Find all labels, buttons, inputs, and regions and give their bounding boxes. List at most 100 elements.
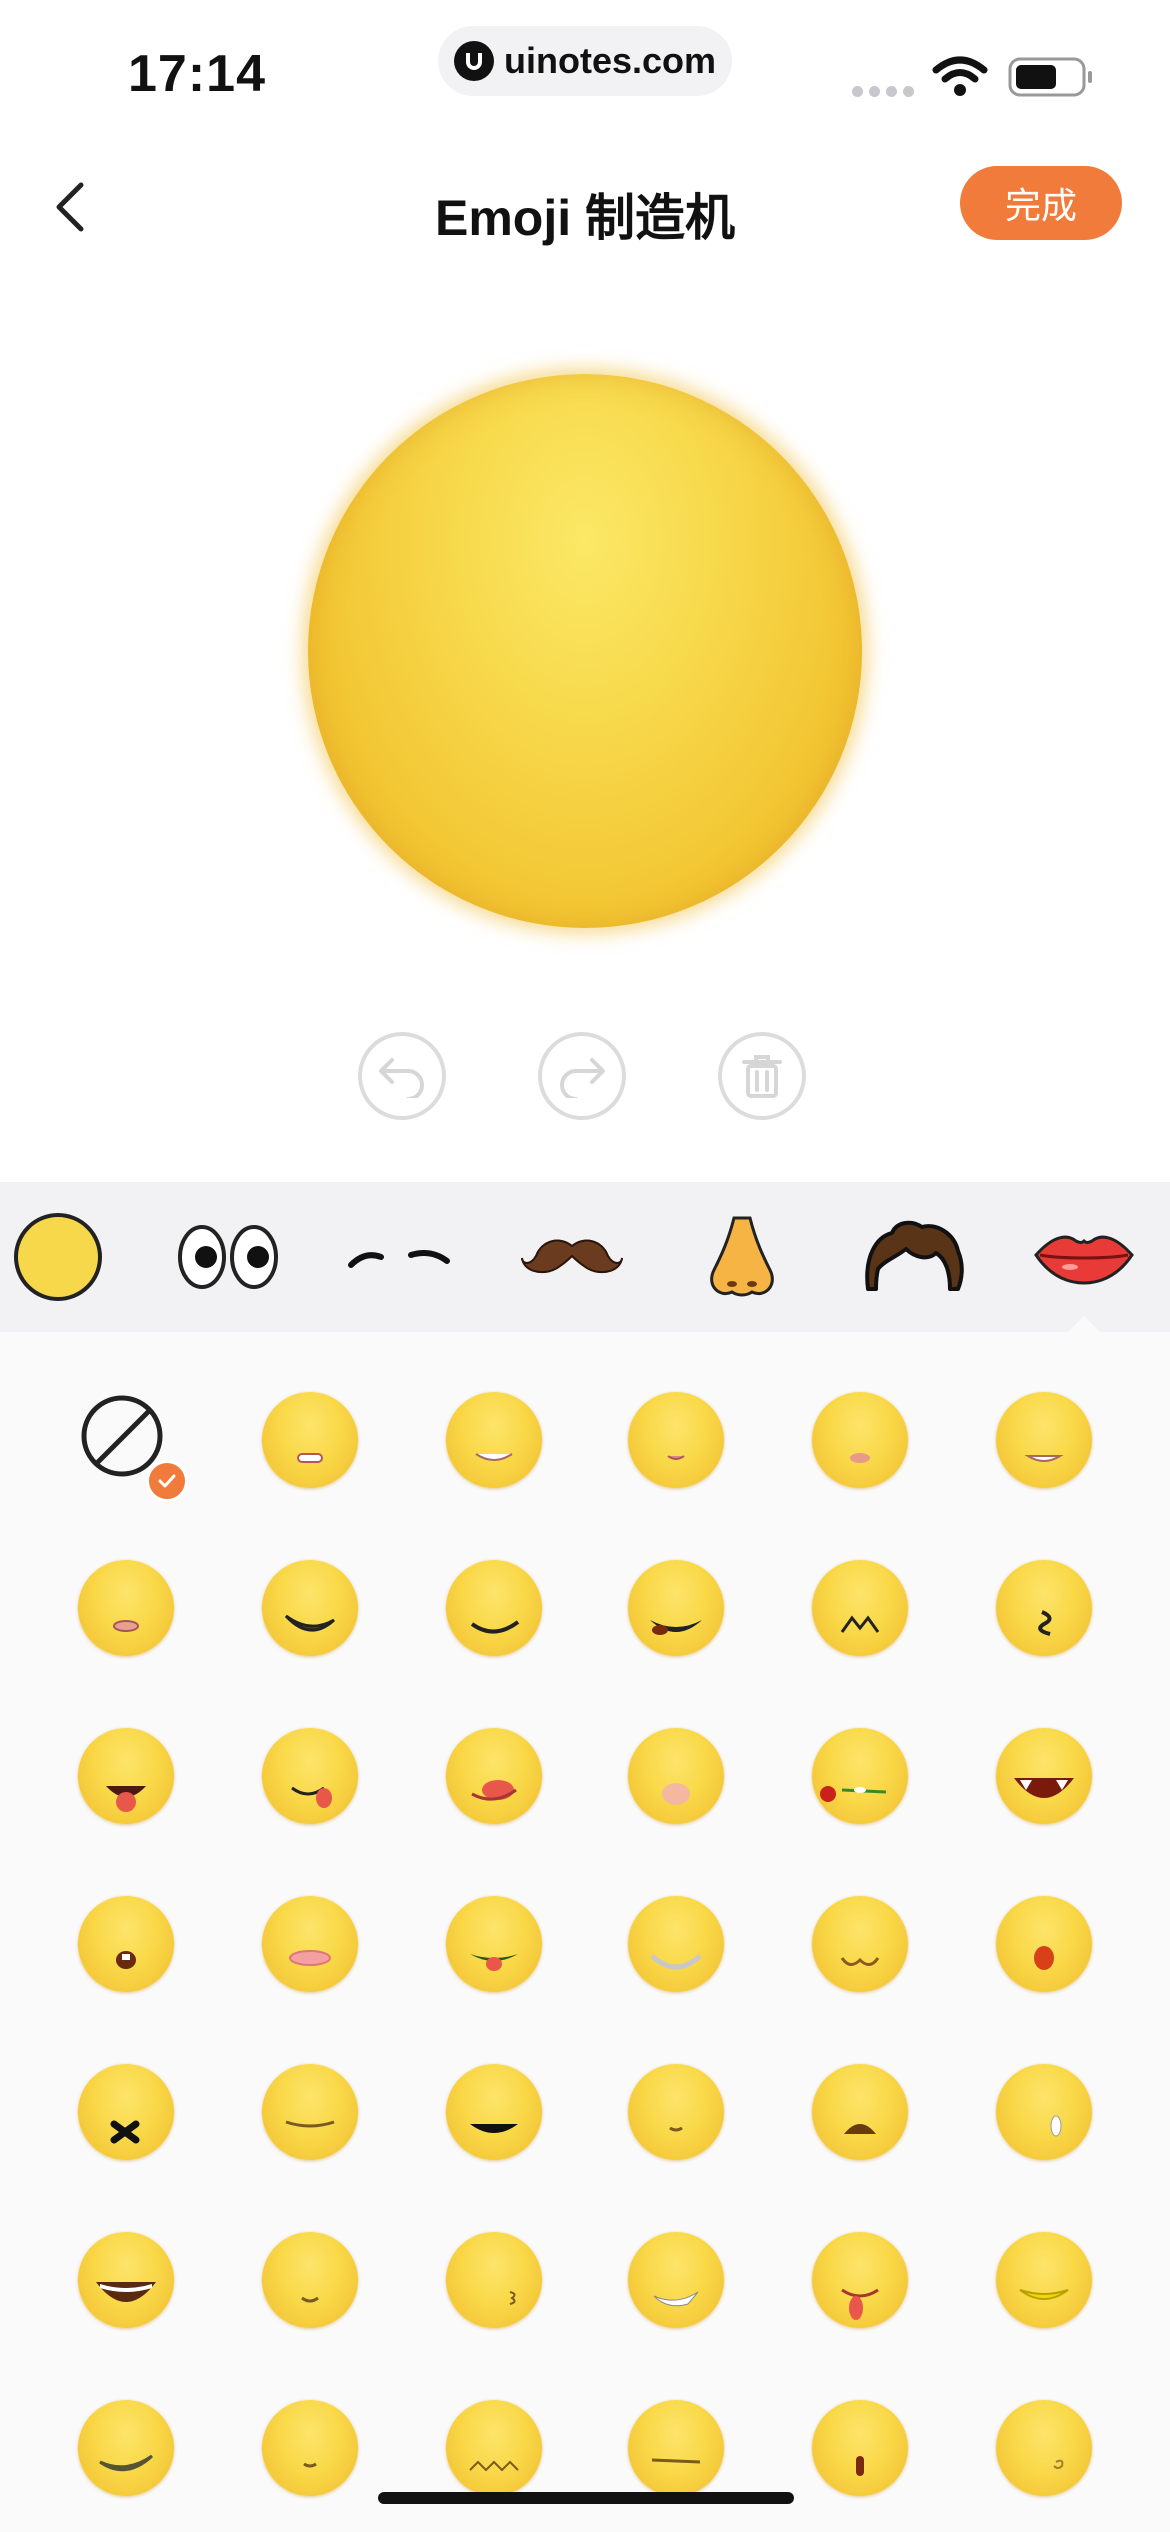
mouth-option-tongue-out[interactable]	[78, 1728, 174, 1824]
mouth-option-dark-grin[interactable]	[446, 2064, 542, 2160]
nose-icon	[710, 1216, 774, 1297]
mouth-option-smile-tongue[interactable]	[628, 1560, 724, 1656]
mouth-option-rose[interactable]	[812, 1728, 908, 1824]
mini-face-icon	[446, 1560, 542, 1656]
undo-button[interactable]	[358, 1032, 446, 1120]
status-bar: 17:14 uinotes.com	[0, 0, 1170, 130]
mouth-option-sparkle-teeth[interactable]	[628, 2232, 724, 2328]
mustache-icon	[521, 1239, 623, 1274]
mouth-option-pout[interactable]	[812, 1392, 908, 1488]
mouth-option-tiny-smile[interactable]	[262, 2232, 358, 2328]
uinotes-logo-icon	[454, 41, 494, 81]
mini-face-icon	[812, 1560, 908, 1656]
mouth-option-big-laugh[interactable]	[78, 2232, 174, 2328]
mouth-option-curl[interactable]	[996, 1560, 1092, 1656]
mini-face-icon	[996, 1896, 1092, 1992]
mini-face-icon	[262, 1560, 358, 1656]
mouth-option-silver-teeth[interactable]	[628, 1896, 724, 1992]
mini-face-icon	[812, 1728, 908, 1824]
lips-icon	[1034, 1235, 1134, 1285]
mini-face-icon	[628, 2064, 724, 2160]
mini-face-icon	[78, 2400, 174, 2496]
mouth-option-vampire[interactable]	[996, 1728, 1092, 1824]
mini-face-icon	[78, 1896, 174, 1992]
cellular-signal-icon	[852, 86, 914, 97]
emoji-canvas[interactable]	[308, 374, 862, 928]
category-nose[interactable]	[692, 1182, 792, 1332]
redo-icon	[560, 1058, 605, 1098]
mouth-option-number-3[interactable]	[446, 2232, 542, 2328]
mouth-option-lick-corner[interactable]	[446, 1728, 542, 1824]
mouth-option-x-mouth[interactable]	[78, 2064, 174, 2160]
category-face-base[interactable]	[8, 1182, 108, 1332]
mouth-option-red-o[interactable]	[996, 1896, 1092, 1992]
mouth-option-tall-o[interactable]	[812, 2400, 908, 2496]
mouth-option-none[interactable]	[78, 1392, 188, 1502]
mouth-option-smirk-wide[interactable]	[262, 1560, 358, 1656]
mini-face-icon	[628, 2400, 724, 2496]
category-mustache[interactable]	[516, 1182, 628, 1332]
mouth-option-lick-side[interactable]	[262, 1728, 358, 1824]
done-button[interactable]: 完成	[960, 166, 1122, 240]
mouth-option-w-mouth[interactable]	[812, 1896, 908, 1992]
category-eyebrows[interactable]	[344, 1182, 454, 1332]
mini-face-icon	[996, 1560, 1092, 1656]
mouth-option-brown-open[interactable]	[812, 2064, 908, 2160]
redo-button[interactable]	[538, 1032, 626, 1120]
mouth-option-tiny-open[interactable]	[628, 1392, 724, 1488]
status-time: 17:14	[128, 45, 266, 103]
mouth-option-open-pink[interactable]	[628, 1728, 724, 1824]
category-hair[interactable]	[862, 1182, 966, 1332]
mini-face-icon	[628, 1560, 724, 1656]
wifi-icon	[932, 56, 988, 96]
mini-face-icon	[262, 2400, 358, 2496]
mini-face-icon	[812, 1392, 908, 1488]
mini-face-icon	[628, 1392, 724, 1488]
url-text: uinotes.com	[504, 40, 717, 81]
mouth-option-tongue-drip[interactable]	[812, 2232, 908, 2328]
undo-icon	[379, 1058, 424, 1098]
mouth-option-open-lips[interactable]	[262, 1896, 358, 1992]
mini-face-icon	[446, 1392, 542, 1488]
url-pill[interactable]: uinotes.com	[438, 26, 732, 96]
mini-face-icon	[446, 1728, 542, 1824]
mini-face-icon	[628, 1896, 724, 1992]
mini-face-icon	[996, 2400, 1092, 2496]
face-base-icon	[14, 1213, 102, 1301]
mini-face-icon	[812, 2232, 908, 2328]
category-eyes[interactable]	[170, 1182, 286, 1332]
mini-face-icon	[262, 2232, 358, 2328]
category-bar	[0, 1182, 1170, 1332]
mini-face-icon	[262, 2064, 358, 2160]
mouth-option-zigzag[interactable]	[446, 2400, 542, 2496]
mini-face-icon	[996, 2064, 1092, 2160]
category-lips[interactable]	[1030, 1182, 1138, 1332]
mouth-option-fangs-smile[interactable]	[812, 1560, 908, 1656]
mouth-option-drool[interactable]	[78, 1896, 174, 1992]
mouth-option-flat-line-2[interactable]	[628, 2400, 724, 2496]
mouth-option-tongue-green[interactable]	[446, 1896, 542, 1992]
mouth-option-teeth-small[interactable]	[262, 1392, 358, 1488]
mini-face-icon	[446, 1896, 542, 1992]
mini-face-icon	[996, 1728, 1092, 1824]
mini-face-icon	[262, 1392, 358, 1488]
mouth-option-smile-wide[interactable]	[446, 1560, 542, 1656]
mouth-option-teeth-grin[interactable]	[446, 1392, 542, 1488]
mouth-option-small-curl[interactable]	[996, 2400, 1092, 2496]
mouth-option-yellow-lips[interactable]	[996, 2232, 1092, 2328]
mouth-option-teeth-wide[interactable]	[996, 1392, 1092, 1488]
mouth-option-lips-small[interactable]	[78, 1560, 174, 1656]
mouth-option-flat-line[interactable]	[262, 2064, 358, 2160]
mouth-option-white-drop[interactable]	[996, 2064, 1092, 2160]
mouth-option-wide-teeth[interactable]	[78, 2400, 174, 2496]
mini-face-icon	[78, 1560, 174, 1656]
mini-face-icon	[78, 2064, 174, 2160]
eyes-icon	[178, 1225, 278, 1289]
mouth-option-small-smile[interactable]	[628, 2064, 724, 2160]
mini-face-icon	[628, 1728, 724, 1824]
delete-button[interactable]	[718, 1032, 806, 1120]
mouth-options-grid	[0, 1332, 1170, 2532]
mini-face-icon	[996, 1392, 1092, 1488]
mini-face-icon	[78, 2232, 174, 2328]
mouth-option-tiny-smile-2[interactable]	[262, 2400, 358, 2496]
